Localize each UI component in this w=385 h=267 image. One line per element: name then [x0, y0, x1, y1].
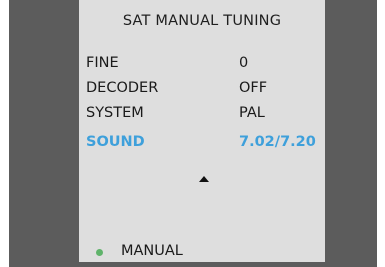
system-label: SYSTEM — [86, 105, 144, 121]
right-side-bar — [325, 0, 377, 267]
decoder-value: OFF — [239, 80, 268, 96]
fine-label: FINE — [86, 55, 119, 71]
sat-manual-tuning-menu: SAT MANUAL TUNING FINE 0 DECODER OFF SYS… — [79, 0, 325, 262]
fine-value: 0 — [239, 55, 249, 71]
menu-row-system[interactable]: SYSTEM PAL — [79, 105, 325, 127]
left-side-bar — [9, 0, 79, 267]
menu-row-sound[interactable]: SOUND 7.02/7.20 — [79, 134, 325, 156]
menu-row-fine[interactable]: FINE 0 — [79, 55, 325, 77]
status-indicator-icon — [96, 249, 103, 256]
tv-screen: SAT MANUAL TUNING FINE 0 DECODER OFF SYS… — [0, 0, 385, 267]
decoder-label: DECODER — [86, 80, 159, 96]
up-arrow-icon[interactable] — [199, 176, 209, 182]
menu-row-decoder[interactable]: DECODER OFF — [79, 80, 325, 102]
status-label: MANUAL — [121, 243, 183, 259]
menu-title: SAT MANUAL TUNING — [122, 13, 282, 29]
sound-label: SOUND — [86, 134, 145, 150]
sound-value: 7.02/7.20 — [239, 134, 316, 150]
system-value: PAL — [239, 105, 265, 121]
bottom-border — [9, 262, 377, 267]
